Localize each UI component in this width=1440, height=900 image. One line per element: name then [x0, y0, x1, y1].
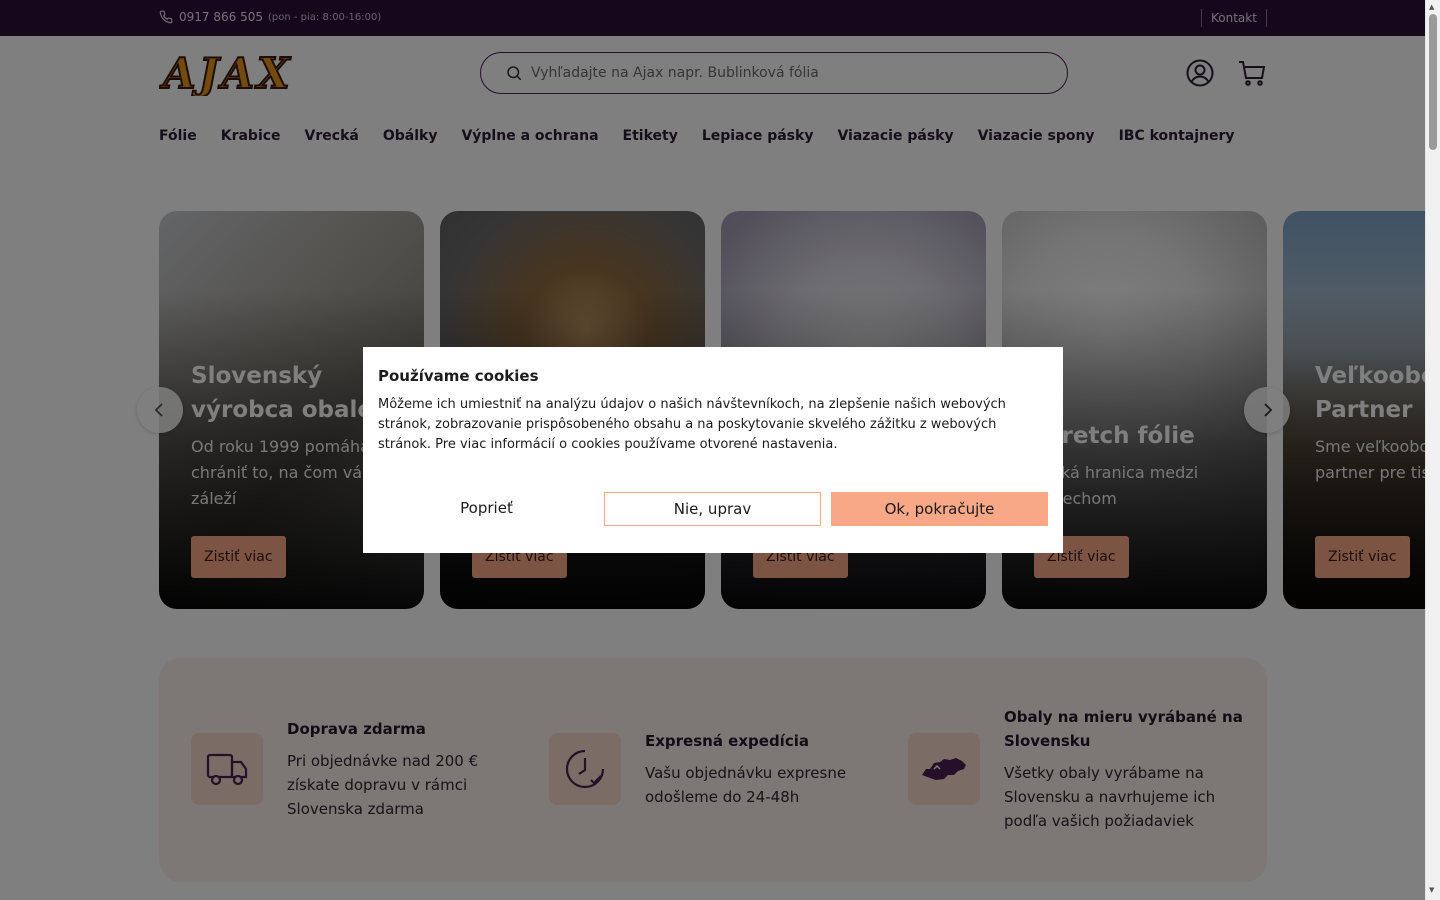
- cookie-title: Používame cookies: [378, 367, 539, 385]
- scrollbar-thumb[interactable]: [1429, 14, 1437, 150]
- scroll-up-icon[interactable]: ▲: [1429, 3, 1434, 11]
- page-scrollbar[interactable]: ▲ ▼: [1425, 0, 1440, 900]
- cookie-customize-button[interactable]: Nie, uprav: [604, 492, 821, 526]
- scroll-down-icon[interactable]: ▼: [1429, 886, 1434, 894]
- cookie-accept-button[interactable]: Ok, pokračujte: [831, 492, 1048, 526]
- cookie-consent-dialog: Používame cookies Môžeme ich umiestniť n…: [363, 347, 1063, 553]
- cookie-reject-button[interactable]: Poprieť: [378, 492, 595, 526]
- cookie-text: Môžeme ich umiestniť na analýzu údajov o…: [378, 397, 1006, 452]
